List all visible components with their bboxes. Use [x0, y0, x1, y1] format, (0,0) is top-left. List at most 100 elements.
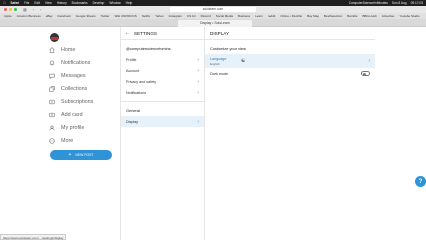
settings-row-privacy[interactable]: Privacy and safety › — [121, 76, 204, 87]
subscriptions-icon — [48, 98, 55, 105]
sidebar-item-subscriptions[interactable]: Subscriptions — [48, 98, 93, 105]
display-title: DISPLAY — [205, 27, 375, 40]
favorite-link[interactable]: Business — [238, 14, 250, 18]
new-post-button[interactable]: + NEW POST — [50, 150, 112, 160]
menu-edit[interactable]: Edit — [34, 1, 40, 5]
chevron-right-icon: › — [197, 67, 199, 74]
favorite-link[interactable]: Amazon Business — [17, 14, 41, 18]
sidebar-item-notifications[interactable]: Notifications — [48, 59, 90, 66]
language-setting[interactable]: Language English › — [205, 54, 375, 68]
settings-title: SETTINGS — [134, 30, 157, 36]
favorite-link[interactable]: Advertise — [382, 14, 395, 18]
settings-row-label: Profile — [126, 57, 137, 62]
general-section-label: General — [126, 108, 140, 113]
favorite-link[interactable]: Bay Mag — [307, 14, 319, 18]
status-bar-url: https://www.sololearn.com/..../settings/… — [0, 234, 67, 240]
main-sidebar: Home Notifications Messages Collections … — [40, 27, 120, 240]
chevron-right-icon: › — [197, 89, 199, 96]
new-post-label: NEW POST — [75, 153, 94, 157]
chevron-right-icon: › — [368, 58, 370, 64]
sidebar-item-label: Home — [61, 46, 76, 53]
favorite-link[interactable]: Twitter — [101, 14, 110, 18]
dark-mode-toggle[interactable] — [361, 71, 370, 76]
favorite-link[interactable]: Google Sheets — [76, 14, 96, 18]
close-window-button[interactable] — [4, 8, 7, 11]
chevron-right-icon: › — [197, 56, 199, 63]
menubar-time[interactable]: 09:17:03 — [411, 1, 423, 5]
settings-row-label: Notifications — [126, 90, 147, 95]
sidebar-item-label: Notifications — [61, 59, 91, 66]
bell-icon — [48, 59, 55, 66]
menubar-app-status[interactable]: ComputerScienceInMinutes — [349, 1, 388, 5]
favorite-link[interactable]: Apple — [4, 14, 12, 18]
favorite-link[interactable]: Instagram — [169, 14, 182, 18]
tab-strip: Display • SoloLearn — [0, 19, 426, 27]
sidebar-item-label: More — [61, 137, 74, 144]
sidebar-item-more[interactable]: More — [48, 137, 73, 144]
menu-view[interactable]: View — [45, 1, 52, 5]
favorite-link[interactable]: Wiki UNIXDOCS — [114, 14, 136, 18]
favorite-link[interactable]: Discord — [201, 14, 211, 18]
message-icon — [48, 72, 55, 79]
home-icon — [48, 46, 55, 53]
favorite-link[interactable]: Yahoo — [155, 14, 163, 18]
settings-row-account[interactable]: Account › — [121, 65, 204, 76]
sidebar-item-add-card[interactable]: Add card — [48, 111, 83, 118]
back-icon[interactable]: ‹ — [33, 7, 34, 12]
favorite-link[interactable]: CS Art — [187, 14, 196, 18]
favorite-link[interactable]: Netflix — [142, 14, 150, 18]
apple-icon[interactable]:  — [3, 1, 5, 5]
settings-username: @computerscienceinmins — [126, 46, 171, 51]
language-value: English — [210, 61, 220, 66]
minimize-window-button[interactable] — [9, 8, 12, 11]
back-arrow-icon[interactable]: ← — [125, 30, 130, 36]
sidebar-item-label: Subscriptions — [61, 98, 94, 105]
display-section-label: Customize your view — [210, 46, 246, 51]
sidebar-item-label: Messages — [61, 72, 86, 79]
menu-safari[interactable]: Safari — [10, 1, 19, 5]
favorite-link[interactable]: Youtube Studio — [399, 14, 419, 18]
settings-row-label: Display — [126, 119, 139, 124]
settings-row-profile[interactable]: Profile › — [121, 54, 204, 65]
menu-file[interactable]: File — [24, 1, 29, 5]
dark-mode-setting: Dark mode — [205, 68, 375, 79]
settings-row-notifications[interactable]: Notifications › — [121, 87, 204, 98]
favorite-link[interactable]: Learn — [255, 14, 263, 18]
dark-mode-label: Dark mode — [210, 71, 229, 76]
add-card-icon — [48, 111, 55, 118]
menu-history[interactable]: History — [57, 1, 67, 5]
help-icon[interactable]: ? — [415, 176, 426, 187]
collections-icon — [48, 85, 55, 92]
menu-help[interactable]: Help — [126, 1, 133, 5]
favorite-link[interactable]: eBay — [46, 14, 53, 18]
address-bar[interactable]: sololearn.com — [170, 7, 256, 12]
menu-window[interactable]: Window — [109, 1, 120, 5]
sidebar-item-label: Add card — [61, 111, 83, 118]
favorite-link[interactable]: reddit — [268, 14, 276, 18]
menubar-date[interactable]: Sun 8 Aug — [392, 1, 407, 5]
favorite-link[interactable]: BestSelection — [324, 14, 342, 18]
sidebar-item-messages[interactable]: Messages — [48, 72, 86, 79]
favorite-link[interactable]: Social Media — [216, 14, 233, 18]
sololearn-logo[interactable] — [50, 33, 59, 42]
display-panel: DISPLAY Customize your view Language Eng… — [205, 27, 375, 240]
sidebar-item-label: Collections — [61, 85, 88, 92]
sidebar-item-home[interactable]: Home — [48, 46, 75, 53]
favorite-link[interactable]: Facebook — [58, 14, 71, 18]
favorite-link[interactable]: Bamble — [347, 14, 357, 18]
zoom-window-button[interactable] — [14, 8, 17, 11]
sidebar-item-my-profile[interactable]: My profile — [48, 124, 84, 131]
browser-tab-active[interactable]: Display • SoloLearn — [178, 20, 252, 27]
favorite-link[interactable]: Online • Flexible — [280, 14, 302, 18]
sidebar-item-collections[interactable]: Collections — [48, 85, 87, 92]
sidebar-toggle-icon[interactable]: ▦ — [23, 7, 27, 12]
settings-row-display[interactable]: Display › — [121, 116, 204, 127]
menu-bookmarks[interactable]: Bookmarks — [72, 1, 88, 5]
profile-icon — [48, 124, 55, 131]
favorite-link[interactable]: BBCo-Hub — [362, 14, 376, 18]
menu-develop[interactable]: Develop — [93, 1, 105, 5]
chevron-right-icon: › — [197, 78, 199, 85]
more-icon — [48, 137, 55, 144]
plus-icon: + — [68, 152, 72, 158]
forward-icon[interactable]: › — [40, 7, 41, 12]
